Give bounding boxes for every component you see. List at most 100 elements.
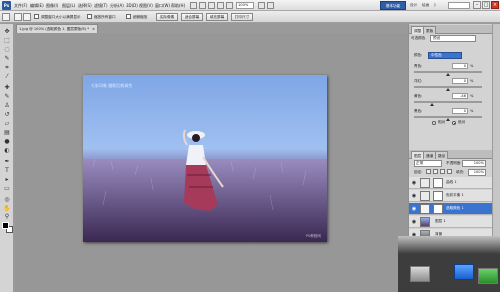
slider-yellow-value[interactable]: -46 [452, 93, 468, 99]
quick-select-tool-icon[interactable]: ✎ [2, 55, 12, 63]
type-tool-icon[interactable]: T [2, 167, 12, 175]
actual-pixels-button[interactable]: 实际像素 [156, 13, 178, 21]
workspace-painting-link[interactable]: 绘画 [422, 2, 429, 9]
slider-cyan-value[interactable]: 0 [452, 63, 468, 69]
zoom-tool-icon[interactable] [217, 2, 224, 9]
slider-black-value[interactable]: 0 [452, 108, 468, 114]
dodge-tool-icon[interactable]: ◐ [2, 147, 12, 155]
hand-tool-icon[interactable]: ✋ [2, 205, 12, 213]
menu-edit[interactable]: 编辑(E) [30, 2, 44, 9]
close-document-icon[interactable]: × [92, 25, 95, 33]
layer-name[interactable]: 曲线 1 [446, 180, 457, 185]
slider-magenta-thumb[interactable] [446, 88, 450, 91]
slider-yellow-track[interactable] [414, 101, 482, 103]
fill-screen-button[interactable]: 填充屏幕 [206, 13, 228, 21]
lock-all-icon[interactable] [447, 169, 452, 174]
zoom-in-icon[interactable] [14, 13, 22, 21]
resize-windows-checkbox[interactable] [34, 14, 39, 19]
arrange-documents-icon[interactable] [258, 2, 265, 9]
screen-mode-icon[interactable] [267, 2, 274, 9]
layer-name[interactable]: 选取颜色 1 [446, 206, 464, 211]
layer-row-color-balance[interactable]: ◉ 色彩平衡 1 [409, 190, 492, 202]
eye-icon[interactable]: ◉ [411, 180, 417, 186]
foreground-color-swatch[interactable] [2, 222, 9, 229]
slider-magenta-value[interactable]: 0 [452, 78, 468, 84]
zoom-preset-icon[interactable] [2, 13, 10, 21]
mode-relative-radio[interactable] [432, 121, 436, 125]
zoom-level-field[interactable]: 100% [236, 2, 254, 9]
path-select-tool-icon[interactable]: ▸ [2, 176, 12, 184]
workspace-more-link[interactable]: 》 [434, 2, 438, 9]
workspace-design-link[interactable]: 设计 [410, 2, 417, 9]
taskbar-app-icon[interactable] [478, 268, 498, 284]
colors-select[interactable]: 中性色 [428, 52, 462, 59]
maximize-icon[interactable]: □ [482, 1, 490, 9]
healing-brush-tool-icon[interactable]: ✚ [2, 84, 12, 92]
layer-row-layer-1[interactable]: ◉ 图层 1 [409, 216, 492, 228]
menu-help[interactable]: 帮助(H) [171, 2, 185, 9]
zoom-tool-icon[interactable]: ⚲ [2, 213, 12, 221]
layer-row-curves[interactable]: ◉ 曲线 1 [409, 177, 492, 189]
blur-tool-icon[interactable]: ● [2, 138, 12, 146]
menu-file[interactable]: 文件(F) [14, 2, 27, 9]
taskbar-app-icon[interactable] [410, 266, 430, 282]
layer-name[interactable]: 色彩平衡 1 [446, 193, 464, 198]
print-size-button[interactable]: 打印尺寸 [231, 13, 253, 21]
bridge-icon[interactable] [190, 2, 197, 9]
lock-position-icon[interactable] [440, 169, 445, 174]
menu-3d[interactable]: 3D(D) [126, 2, 138, 9]
eye-icon[interactable]: ◉ [411, 193, 417, 199]
eye-icon[interactable]: ◉ [411, 219, 417, 225]
menu-layer[interactable]: 图层(L) [62, 2, 75, 9]
menu-filter[interactable]: 滤镜(T) [94, 2, 108, 9]
menu-image[interactable]: 图像(I) [46, 2, 58, 9]
marquee-tool-icon[interactable]: ⬚ [2, 37, 12, 45]
move-tool-icon[interactable]: ✥ [2, 28, 12, 36]
rotate-view-icon[interactable] [226, 2, 233, 9]
hand-tool-icon[interactable] [208, 2, 215, 9]
zoom-all-windows-checkbox[interactable] [87, 14, 92, 19]
shape-tool-icon[interactable]: ▭ [2, 185, 12, 193]
crop-tool-icon[interactable]: ⌗ [2, 64, 12, 72]
brush-tool-icon[interactable]: ✎ [2, 93, 12, 101]
close-icon[interactable]: × [491, 1, 499, 9]
zoom-out-icon[interactable] [23, 13, 31, 21]
tab-paths[interactable]: 路径 [435, 151, 449, 159]
lock-transparency-icon[interactable] [426, 169, 431, 174]
menu-window[interactable]: 窗口(W) [155, 2, 170, 9]
layer-name[interactable]: 图层 1 [435, 219, 446, 224]
search-field[interactable] [448, 2, 470, 9]
image-canvas[interactable]: 七彩印象 摄影后期调色 PS教程网 [83, 75, 327, 242]
menu-view[interactable]: 视图(V) [139, 2, 153, 9]
mode-absolute-radio[interactable] [452, 121, 456, 125]
scrubby-zoom-checkbox[interactable] [126, 14, 131, 19]
gradient-tool-icon[interactable]: ▤ [2, 129, 12, 137]
fill-input[interactable]: 100% [468, 169, 486, 176]
lasso-tool-icon[interactable]: ◌ [2, 46, 12, 54]
layer-row-selective-color[interactable]: ◉ 选取颜色 1 [409, 203, 492, 215]
opacity-input[interactable]: 100% [462, 160, 486, 167]
minibridge-icon[interactable] [199, 2, 206, 9]
eraser-tool-icon[interactable]: ▱ [2, 120, 12, 128]
document-tab[interactable]: 1.jpg @ 100% (选取颜色 1, 图层蒙版/8) * × [16, 24, 98, 33]
taskbar-app-icon[interactable] [454, 264, 474, 280]
layer-mask-thumb[interactable] [433, 178, 443, 188]
pen-tool-icon[interactable]: ✒ [2, 158, 12, 166]
menu-analysis[interactable]: 分析(A) [110, 2, 124, 9]
layer-mask-thumb[interactable] [433, 204, 443, 214]
preset-select[interactable]: 预设 [430, 35, 476, 42]
fit-screen-button[interactable]: 适合屏幕 [181, 13, 203, 21]
lock-pixels-icon[interactable] [433, 169, 438, 174]
workspace-essentials-button[interactable]: 基本功能 [380, 1, 406, 10]
menu-select[interactable]: 选择(S) [78, 2, 92, 9]
blend-mode-select[interactable]: 正常 [414, 160, 442, 167]
slider-yellow-thumb[interactable] [430, 103, 434, 106]
slider-cyan-thumb[interactable] [446, 73, 450, 76]
eye-icon[interactable]: ◉ [411, 206, 417, 212]
minimize-icon[interactable]: – [473, 1, 481, 9]
eyedropper-tool-icon[interactable]: ⁄ [2, 73, 12, 81]
slider-black-thumb[interactable] [446, 118, 450, 121]
clone-stamp-tool-icon[interactable]: ♙ [2, 102, 12, 110]
layer-mask-thumb[interactable] [433, 191, 443, 201]
3d-rotate-tool-icon[interactable]: ◎ [2, 196, 12, 204]
